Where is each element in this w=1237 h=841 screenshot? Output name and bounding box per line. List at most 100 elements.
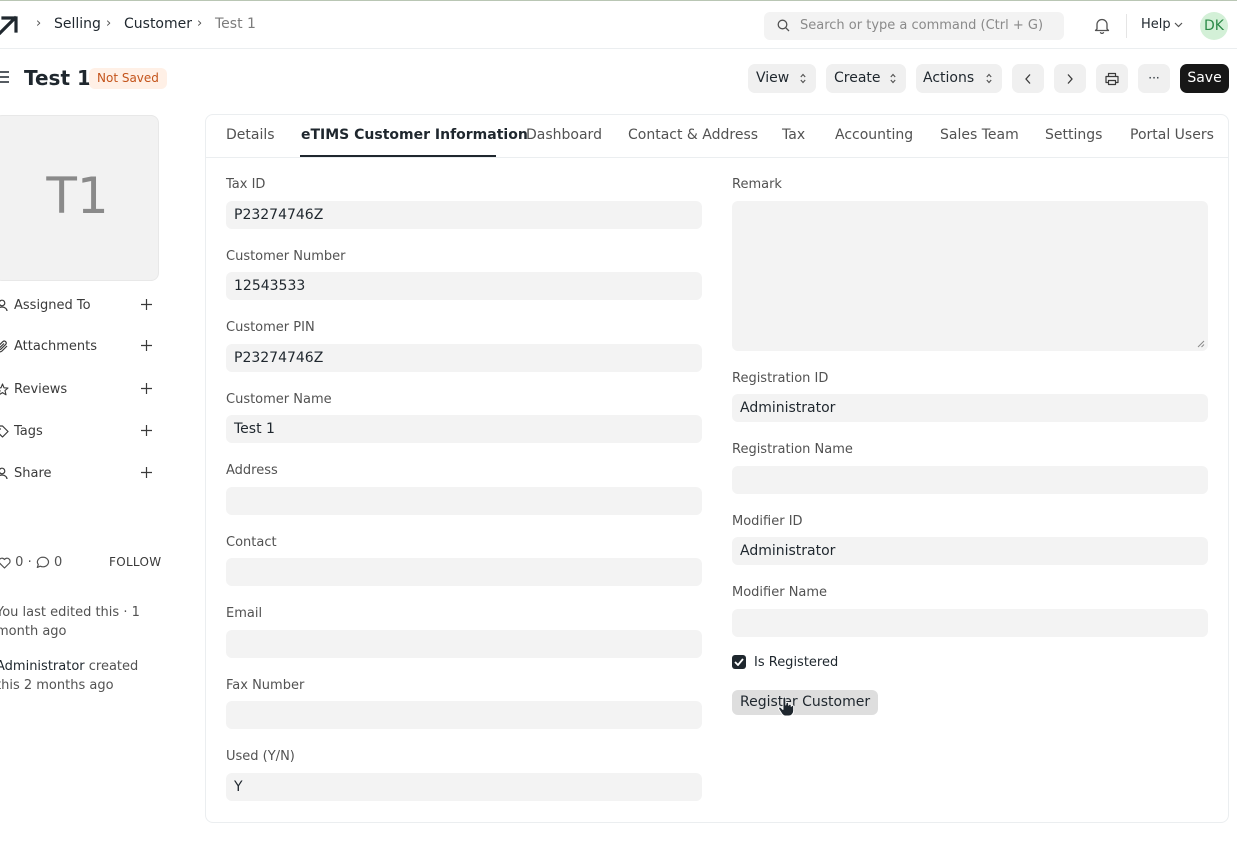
hand-cursor-icon — [778, 697, 794, 717]
status-badge: Not Saved — [89, 68, 167, 89]
tab-contact-address[interactable]: Contact & Address — [628, 127, 758, 143]
tab-details[interactable]: Details — [226, 127, 275, 143]
customer-pin-label: Customer PIN — [226, 320, 315, 335]
updown-chevron-icon — [986, 73, 992, 84]
modifier-id-label: Modifier ID — [732, 514, 803, 529]
tab-etims-customer-information[interactable]: eTIMS Customer Information — [301, 127, 528, 143]
plus-icon[interactable] — [140, 424, 153, 437]
sidebar-item-assigned-to[interactable]: Assigned To — [0, 297, 160, 317]
view-label: View — [756, 70, 790, 86]
breadcrumb-separator-icon: › — [36, 16, 42, 31]
registration-id-label: Registration ID — [732, 371, 829, 386]
share-icon — [0, 467, 8, 480]
assign-icon — [0, 299, 8, 312]
user-avatar[interactable]: DK — [1200, 12, 1228, 40]
remark-label: Remark — [732, 177, 782, 192]
heart-icon[interactable] — [0, 557, 11, 569]
customer-number-field[interactable]: 12543533 — [226, 272, 702, 300]
email-label: Email — [226, 606, 263, 621]
sidebar-item-label: Attachments — [14, 339, 97, 354]
navbar-divider — [1126, 14, 1127, 38]
help-label: Help — [1141, 17, 1171, 32]
tab-sales-team[interactable]: Sales Team — [940, 127, 1019, 143]
breadcrumb-customer[interactable]: Customer — [124, 16, 192, 32]
address-label: Address — [226, 463, 278, 478]
like-count: 0 — [15, 555, 24, 570]
top-navbar: › Selling › Customer › Test 1 Search or … — [0, 0, 1237, 49]
remark-textarea[interactable] — [732, 201, 1208, 351]
next-record-button[interactable] — [1054, 64, 1086, 93]
tab-tax[interactable]: Tax — [782, 127, 805, 143]
more-options-button[interactable]: ··· — [1138, 64, 1170, 93]
email-field[interactable] — [226, 630, 702, 658]
create-label: Create — [834, 70, 881, 86]
plus-icon[interactable] — [140, 466, 153, 479]
active-tab-indicator — [300, 155, 496, 157]
tab-portal-users[interactable]: Portal Users — [1130, 127, 1214, 143]
breadcrumb-selling[interactable]: Selling — [54, 16, 101, 32]
plus-icon[interactable] — [140, 382, 153, 395]
customer-initials: T1 — [46, 167, 109, 225]
address-field[interactable] — [226, 487, 702, 515]
registration-name-label: Registration Name — [732, 442, 853, 457]
resize-handle-icon[interactable] — [1197, 340, 1205, 348]
print-button[interactable] — [1096, 64, 1128, 93]
form-tabs: Details eTIMS Customer Information Dashb… — [206, 115, 1228, 158]
sidebar-item-label: Share — [14, 466, 52, 481]
engagement-stats: 0 · 0 — [0, 555, 62, 570]
activity-last-edited: You last edited this · 1 month ago — [0, 605, 140, 639]
printer-icon — [1105, 72, 1119, 85]
search-input[interactable]: Search or type a command (Ctrl + G) — [764, 12, 1064, 40]
customer-image-placeholder[interactable]: T1 — [0, 115, 159, 281]
contact-field[interactable] — [226, 558, 702, 586]
sidebar-item-reviews[interactable]: Reviews — [0, 381, 160, 401]
tax-id-field[interactable]: P23274746Z — [226, 201, 702, 229]
breadcrumb-separator-icon: › — [197, 16, 203, 31]
tab-accounting[interactable]: Accounting — [835, 127, 913, 143]
comment-icon[interactable] — [36, 556, 50, 569]
activity-actor[interactable]: Administrator — [0, 659, 85, 674]
plus-icon[interactable] — [140, 339, 153, 352]
sidebar-item-attachments[interactable]: Attachments — [0, 338, 160, 358]
search-placeholder: Search or type a command (Ctrl + G) — [800, 18, 1044, 33]
app-logo-icon[interactable] — [0, 15, 20, 35]
customer-name-field[interactable]: Test 1 — [226, 415, 702, 443]
notification-bell-icon[interactable] — [1094, 17, 1110, 34]
help-dropdown[interactable]: Help — [1141, 17, 1183, 32]
customer-number-label: Customer Number — [226, 249, 346, 264]
modifier-id-field[interactable]: Administrator — [732, 537, 1208, 565]
create-menu-button[interactable]: Create — [826, 64, 906, 93]
modifier-name-label: Modifier Name — [732, 585, 828, 600]
sidebar-item-label: Tags — [14, 424, 43, 439]
view-menu-button[interactable]: View — [748, 64, 816, 93]
is-registered-checkbox[interactable] — [732, 655, 746, 669]
actions-menu-button[interactable]: Actions — [916, 64, 1002, 93]
used-field[interactable]: Y — [226, 773, 702, 801]
plus-icon[interactable] — [140, 298, 153, 311]
customer-pin-field[interactable]: P23274746Z — [226, 344, 702, 372]
chevron-right-icon — [1067, 73, 1073, 84]
breadcrumb-separator-icon: › — [106, 16, 112, 31]
tab-dashboard[interactable]: Dashboard — [526, 127, 602, 143]
fax-number-field[interactable] — [226, 701, 702, 729]
sidebar-item-tags[interactable]: Tags — [0, 423, 160, 443]
tab-settings[interactable]: Settings — [1045, 127, 1102, 143]
stats-separator: · — [27, 555, 36, 570]
tag-icon — [0, 425, 9, 438]
register-customer-button[interactable]: Register Customer — [732, 690, 879, 715]
used-label: Used (Y/N) — [226, 749, 295, 764]
breadcrumb-current[interactable]: Test 1 — [215, 16, 256, 32]
comment-count: 0 — [53, 555, 63, 570]
save-button[interactable]: Save — [1180, 64, 1229, 93]
page-title: Test 1 — [24, 66, 91, 90]
sidebar-toggle-icon[interactable] — [0, 70, 10, 84]
customer-name-label: Customer Name — [226, 392, 332, 407]
modifier-name-field[interactable] — [732, 609, 1208, 637]
fax-number-label: Fax Number — [226, 678, 305, 693]
follow-button[interactable]: FOLLOW — [109, 555, 161, 569]
registration-id-field[interactable]: Administrator — [732, 394, 1208, 422]
sidebar-item-share[interactable]: Share — [0, 465, 160, 485]
registration-name-field[interactable] — [732, 466, 1208, 494]
previous-record-button[interactable] — [1012, 64, 1044, 93]
activity-created: Administrator created this 2 months ago — [0, 657, 161, 695]
